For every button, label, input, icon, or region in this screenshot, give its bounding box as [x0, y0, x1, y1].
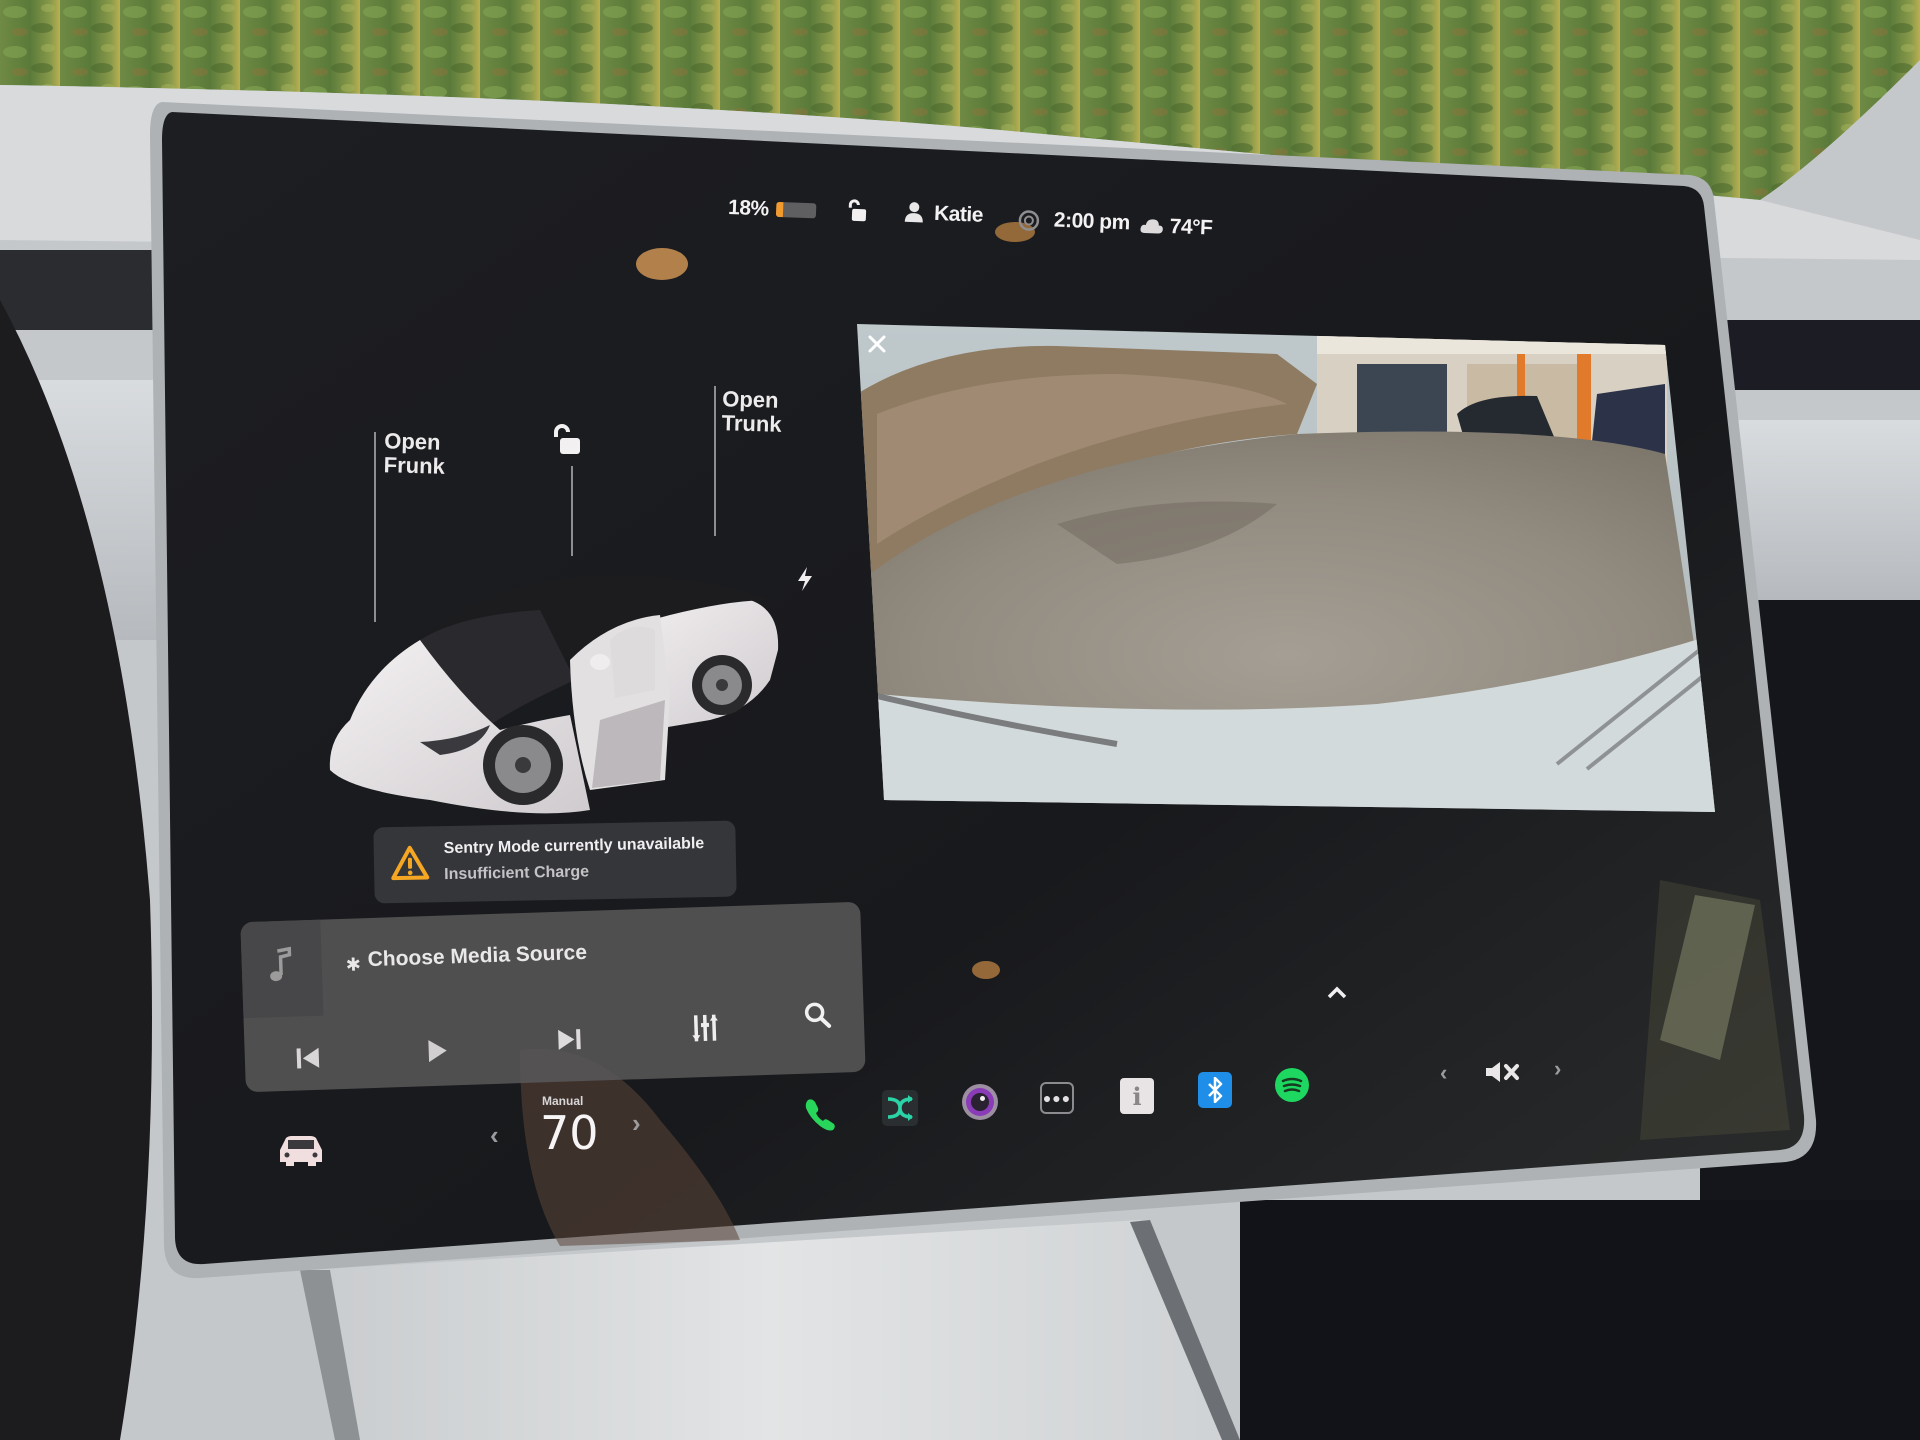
- volume-up-button[interactable]: ›: [1554, 1056, 1561, 1082]
- media-search-button[interactable]: [803, 1001, 832, 1035]
- driver-profile-name[interactable]: Katie: [934, 202, 984, 228]
- outside-temperature: 74°F: [1169, 214, 1213, 240]
- trunk-leader-line: [714, 386, 716, 536]
- sentry-alert-title: Sentry Mode currently unavailable: [443, 835, 705, 858]
- chevron-up-icon[interactable]: [1326, 986, 1348, 1005]
- media-player: ✱ Choose Media Source: [240, 901, 866, 1093]
- clock-time: 2:00 pm: [1053, 208, 1131, 235]
- music-note-icon: [267, 946, 294, 989]
- spotify-app-icon[interactable]: [1275, 1068, 1309, 1102]
- open-frunk-label-line2: Frunk: [383, 452, 446, 479]
- battery-icon: [775, 201, 817, 219]
- sentry-mode-alert: Sentry Mode currently unavailable Insuff…: [373, 820, 737, 904]
- close-camera-button[interactable]: [867, 334, 887, 359]
- car-icon[interactable]: [276, 1134, 326, 1173]
- open-trunk-label-line2: Trunk: [721, 410, 782, 437]
- battery-percent: 18%: [727, 196, 770, 221]
- rear-camera-view[interactable]: [857, 324, 1715, 812]
- volume-down-button[interactable]: ‹: [1440, 1060, 1447, 1086]
- cabin-temperature-setting[interactable]: 70: [540, 1106, 599, 1160]
- phone-app-icon[interactable]: [800, 1094, 840, 1134]
- temperature-up-button[interactable]: ›: [632, 1108, 641, 1139]
- previous-track-button[interactable]: [295, 1046, 324, 1076]
- more-apps-icon[interactable]: ●●●: [1040, 1082, 1074, 1114]
- door-lock-button[interactable]: [552, 424, 582, 461]
- choose-media-source-button[interactable]: Choose Media Source: [367, 941, 587, 972]
- sentry-camera-icon[interactable]: [1017, 209, 1040, 237]
- owners-manual-app-icon[interactable]: i: [1120, 1078, 1154, 1114]
- camera-app-icon[interactable]: [962, 1084, 998, 1120]
- play-button[interactable]: [426, 1037, 449, 1069]
- bluetooth-icon: ✱: [345, 954, 362, 975]
- warning-triangle-icon: [390, 844, 431, 886]
- open-frunk-button[interactable]: Open Frunk: [383, 428, 446, 479]
- cloud-icon: [1139, 216, 1164, 240]
- car-3d-model[interactable]: [310, 520, 790, 820]
- equalizer-button[interactable]: [690, 1012, 721, 1048]
- charge-port-button[interactable]: [795, 566, 815, 597]
- volume-muted-icon[interactable]: [1484, 1060, 1520, 1089]
- open-trunk-button[interactable]: Open Trunk: [721, 386, 782, 437]
- bluetooth-app-icon[interactable]: [1198, 1072, 1232, 1108]
- person-icon[interactable]: [904, 201, 925, 229]
- battery-level-fill: [775, 201, 784, 218]
- open-frunk-label-line1: Open: [384, 428, 441, 455]
- album-art-placeholder: [240, 919, 324, 1019]
- temperature-down-button[interactable]: ‹: [490, 1120, 499, 1151]
- toybox-app-icon[interactable]: [882, 1090, 918, 1126]
- unlocked-padlock-icon[interactable]: [845, 199, 868, 229]
- open-trunk-label-line1: Open: [722, 386, 779, 413]
- sentry-alert-subtitle: Insufficient Charge: [444, 863, 590, 884]
- next-track-button[interactable]: [554, 1027, 583, 1057]
